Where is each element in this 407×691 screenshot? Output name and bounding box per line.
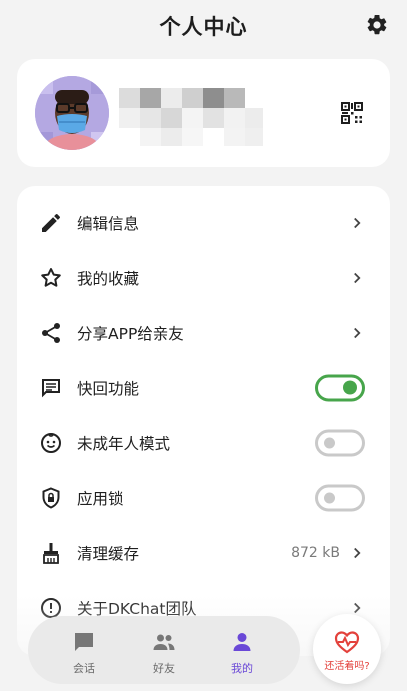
bottom-nav: 会话 好友 我的 [28,616,300,684]
alive-check-button[interactable]: 还活着吗? [313,614,381,684]
menu-item-favorites[interactable]: 我的收藏 [17,250,390,305]
pencil-icon [42,213,61,232]
menu-item-label: 分享APP给亲友 [77,324,184,343]
menu-item-label: 清理缓存 [77,544,140,563]
menu-item-minor-mode[interactable]: 未成年人模式 [17,415,390,470]
header: 个人中心 [0,0,407,52]
share-icon [42,322,60,343]
username-redacted [119,88,263,146]
toggle-knob [324,437,335,448]
chevron-right-icon [354,272,361,283]
page-title: 个人中心 [159,15,248,39]
menu-item-label: 应用锁 [77,489,124,508]
menu-item-clear-cache[interactable]: 清理缓存 872 kB [17,525,390,580]
gear-icon[interactable] [365,13,389,37]
avatar-icon[interactable] [35,76,109,150]
tab-label: 我的 [231,662,253,675]
person-icon [233,633,251,651]
broom-icon [43,542,59,564]
menu-item-app-lock[interactable]: 应用锁 [17,470,390,525]
child-face-icon [41,432,61,453]
menu-item-edit-profile[interactable]: 编辑信息 [17,195,390,250]
toggle-knob [343,380,357,395]
lock-shield-icon [42,486,60,509]
chat-bubble-icon [75,633,93,651]
menu-item-label: 我的收藏 [77,269,140,288]
profile-card[interactable] [17,59,390,167]
settings-menu: 编辑信息 我的收藏 分享APP给亲友 快回功能 未成年人模式 应用锁 清理缓存 … [17,186,390,656]
chevron-right-icon [354,547,361,558]
cache-size: 872 kB [291,544,340,561]
chevron-right-icon [354,217,361,228]
menu-item-quick-reply[interactable]: 快回功能 [17,360,390,415]
heartbeat-icon [334,631,360,654]
tab-friends[interactable]: 好友 [124,616,204,684]
message-icon [42,378,60,397]
toggle-knob [324,492,335,503]
app-lock-toggle[interactable] [315,484,365,511]
menu-item-label: 未成年人模式 [77,434,171,453]
tab-me[interactable]: 我的 [202,616,282,684]
qr-code-icon[interactable] [341,102,363,124]
tab-label: 会话 [73,662,95,675]
alive-check-label: 还活着吗? [324,661,370,672]
quick-reply-toggle[interactable] [315,374,365,401]
friends-icon [153,634,175,650]
menu-item-label: 编辑信息 [77,214,140,233]
menu-item-share-app[interactable]: 分享APP给亲友 [17,305,390,360]
chevron-right-icon [354,327,361,338]
star-icon [41,267,61,287]
menu-item-label: 快回功能 [77,379,140,398]
tab-label: 好友 [153,662,175,675]
tab-chats[interactable]: 会话 [44,616,124,684]
minor-mode-toggle[interactable] [315,429,365,456]
